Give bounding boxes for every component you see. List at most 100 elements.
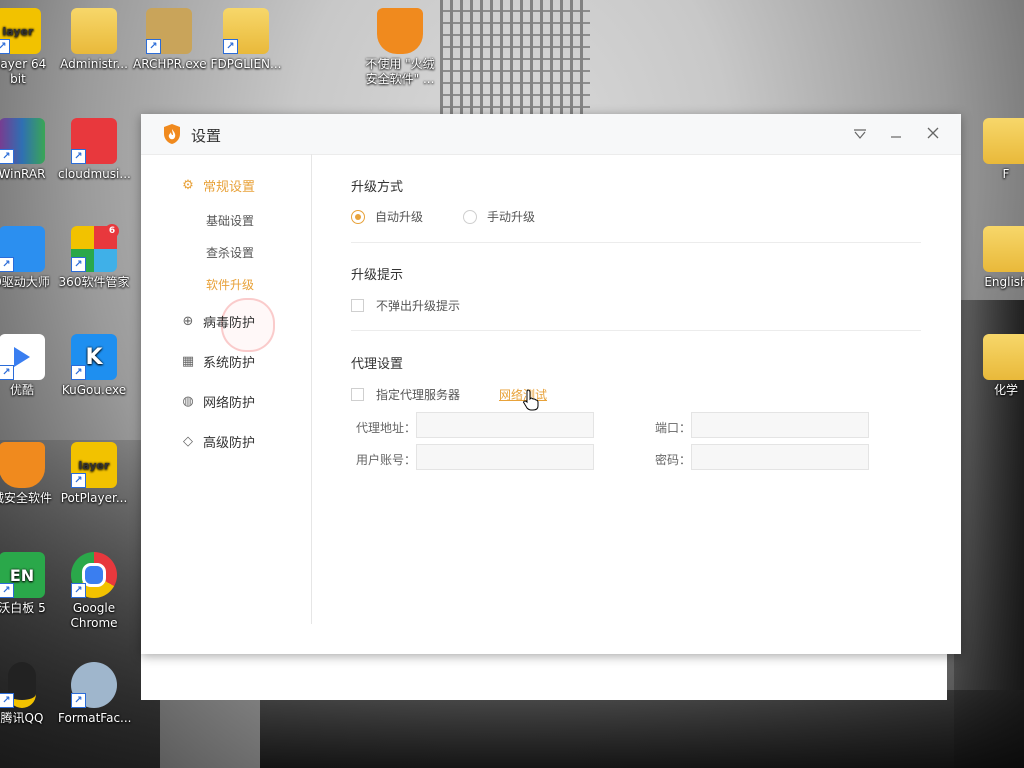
desktop-icon-label: 不使用 "火绒安全软件" ... xyxy=(365,57,435,86)
desktop-icon-driver-master[interactable]: ↗ 0驱动大师 xyxy=(0,226,58,290)
winrar-icon: ↗ xyxy=(0,118,45,164)
whiteboard-icon: EN ↗ xyxy=(0,552,45,598)
minimize-button[interactable] xyxy=(886,124,906,144)
desktop-icon-label: 优酷 xyxy=(9,383,34,397)
desktop-icon-folder-f[interactable]: F xyxy=(970,118,1024,182)
nav-advanced-protection[interactable]: ◇ 高级防护 xyxy=(181,432,255,451)
desktop-icon-label: Administr... xyxy=(60,57,128,71)
close-button[interactable] xyxy=(923,124,943,144)
nav-sub-scan-settings[interactable]: 查杀设置 xyxy=(206,244,254,261)
nav-sub-basic-settings[interactable]: 基础设置 xyxy=(206,212,254,229)
close-icon xyxy=(927,127,939,139)
desktop-icon-qq[interactable]: ↗ 腾讯QQ xyxy=(0,662,58,726)
divider xyxy=(351,242,921,243)
divider xyxy=(351,330,921,331)
background-window xyxy=(141,650,947,700)
title-bar[interactable]: 设置 xyxy=(141,114,961,155)
gear-icon: ↗ xyxy=(0,226,45,272)
desktop-icon-winrar[interactable]: ↗ WinRAR xyxy=(0,118,58,182)
user-folder-icon xyxy=(71,8,117,54)
globe-icon: ◍ xyxy=(182,393,194,409)
desktop-icon-potplayer[interactable]: layer ↗ PotPlayer... xyxy=(58,442,130,506)
desktop-icon-huorong[interactable]: 绒安全软件 xyxy=(0,442,58,506)
qq-penguin-icon: ↗ xyxy=(0,662,45,708)
menu-dropdown-button[interactable] xyxy=(850,124,870,144)
nav-label: 网络防护 xyxy=(203,396,256,411)
nav-network-protection[interactable]: ◍ 网络防护 xyxy=(181,392,255,411)
nav-label: 系统防护 xyxy=(203,356,256,371)
radio-manual-upgrade[interactable]: 手动升级 xyxy=(463,208,535,225)
section-title-upgrade-mode: 升级方式 xyxy=(351,180,404,195)
checkbox-box xyxy=(351,299,364,312)
desktop-icon-administrator[interactable]: Administr... xyxy=(58,8,130,72)
desktop-icon-kugou[interactable]: K ↗ KuGou.exe xyxy=(58,334,130,398)
folder-icon xyxy=(983,118,1024,164)
nav-label: 常规设置 xyxy=(203,180,256,195)
nav-virus-protection[interactable]: ⊕ 病毒防护 xyxy=(181,312,255,331)
desktop-icon-whiteboard[interactable]: EN ↗ 沃白板 5 xyxy=(0,552,58,616)
settings-content: 升级方式 自动升级 手动升级 升级提示 不弹出升级提示 代理设置 指定代理服务器… xyxy=(351,154,921,624)
desktop-icon-label: cloudmusi... xyxy=(58,167,131,181)
kugou-icon: K ↗ xyxy=(71,334,117,380)
radio-dot xyxy=(463,209,477,224)
dialog-title: 设置 xyxy=(191,127,222,145)
chevron-down-icon xyxy=(854,129,866,139)
wallpaper-tower xyxy=(440,0,590,120)
proxy-address-label: 代理地址： xyxy=(356,421,417,435)
huorong-flame-icon xyxy=(0,442,45,488)
settings-sidebar: ⚙ 常规设置 基础设置 查杀设置 软件升级 ⊕ 病毒防护 ▦ 系统防护 ◍ 网络… xyxy=(141,154,312,624)
nav-system-protection[interactable]: ▦ 系统防护 xyxy=(181,352,255,371)
desktop-icon-label: 化学 xyxy=(993,383,1018,397)
port-label: 端口： xyxy=(655,421,692,435)
port-input[interactable] xyxy=(691,412,869,438)
desktop-icon-folder-chemistry[interactable]: 化学 xyxy=(970,334,1024,398)
desktop-icon-formatfactory[interactable]: ↗ FormatFac... xyxy=(58,662,131,726)
checkbox-specify-proxy[interactable]: 指定代理服务器 xyxy=(351,386,460,403)
huorong-shield-icon xyxy=(377,8,423,54)
desktop-icon-label: Google Chrome xyxy=(70,601,118,630)
chrome-icon: ↗ xyxy=(71,552,117,598)
huorong-logo-icon xyxy=(164,124,180,144)
desktop-icon-label: 腾讯QQ xyxy=(0,711,44,725)
desktop-icon-label: F xyxy=(1002,167,1010,181)
folder-icon xyxy=(983,226,1024,272)
gear-icon: ⚙ xyxy=(182,177,194,193)
desktop-icon-potplayer64[interactable]: layer↗ Player 64 bit xyxy=(0,8,54,87)
desktop-icon-label: FDPGLIEN... xyxy=(210,57,282,71)
checkbox-no-upgrade-popup[interactable]: 不弹出升级提示 xyxy=(351,297,460,314)
desktop-icon-label: English xyxy=(984,275,1024,289)
archpr-icon: ↗ xyxy=(146,8,192,54)
proxy-address-input[interactable] xyxy=(416,412,594,438)
settings-dialog: 设置 ⚙ 常规设置 基础设置 查杀设置 软件升级 ⊕ 病毒防护 ▦ 系统防护 ◍… xyxy=(141,114,961,654)
desktop-icon-cloudmusic[interactable]: ↗ cloudmusi... xyxy=(58,118,131,182)
desktop-icon-label: 沃白板 5 xyxy=(0,601,46,615)
desktop-icon-label: Player 64 bit xyxy=(0,57,47,86)
radio-label: 自动升级 xyxy=(375,210,424,224)
360-software-icon: 6 ↗ xyxy=(71,224,119,272)
desktop-icon-label: 绒安全软件 xyxy=(0,491,52,505)
format-factory-icon: ↗ xyxy=(71,662,117,708)
system-blocks-icon: ▦ xyxy=(181,353,195,369)
nav-general-settings[interactable]: ⚙ 常规设置 xyxy=(181,176,255,195)
nav-label: 病毒防护 xyxy=(203,316,256,331)
desktop-icon-folder-english[interactable]: English xyxy=(970,226,1024,290)
desktop-icon-fdpglien[interactable]: ↗ FDPGLIEN... xyxy=(210,8,282,72)
nav-label: 高级防护 xyxy=(203,436,256,451)
checkbox-label: 不弹出升级提示 xyxy=(376,299,461,313)
radio-dot xyxy=(351,209,365,224)
desktop-icon-huorong-disable[interactable]: 不使用 "火绒安全软件" ... xyxy=(362,8,438,87)
desktop-icon-360[interactable]: 6 ↗ 360软件管家 xyxy=(58,224,130,290)
desktop-icon-label: PotPlayer... xyxy=(60,491,128,505)
desktop-icon-chrome[interactable]: ↗ Google Chrome xyxy=(58,552,130,631)
desktop-icon-youku[interactable]: ↗ 优酷 xyxy=(0,334,58,398)
netease-music-icon: ↗ xyxy=(71,118,117,164)
folder-icon xyxy=(983,334,1024,380)
user-account-input[interactable] xyxy=(416,444,594,470)
user-account-label: 用户账号： xyxy=(356,453,417,467)
nav-sub-software-upgrade[interactable]: 软件升级 xyxy=(206,276,254,293)
password-input[interactable] xyxy=(691,444,869,470)
desktop-icon-archpr[interactable]: ↗ ARCHPR.exe xyxy=(133,8,207,72)
section-title-upgrade-hint: 升级提示 xyxy=(351,268,404,283)
checkbox-label: 指定代理服务器 xyxy=(376,388,461,402)
radio-auto-upgrade[interactable]: 自动升级 xyxy=(351,208,423,225)
